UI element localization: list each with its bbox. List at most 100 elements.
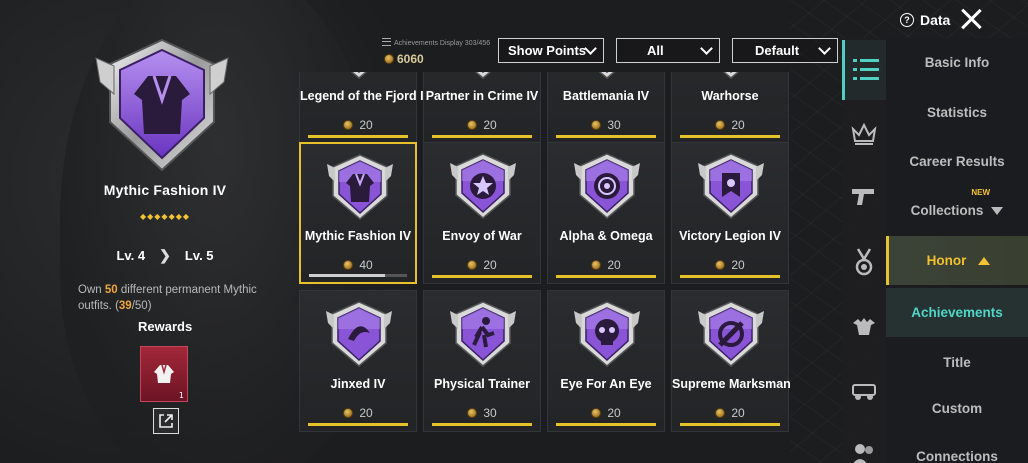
crown-icon bbox=[851, 122, 877, 145]
target-badge-icon bbox=[572, 151, 642, 221]
new-tag: NEW bbox=[971, 188, 990, 197]
achievement-card[interactable]: Eye For An Eye 20 bbox=[547, 290, 665, 432]
achievement-description: Own 50 different permanent Mythic outfit… bbox=[78, 282, 258, 314]
menu-statistics[interactable]: Statistics bbox=[886, 88, 1028, 137]
achievement-points: 20 bbox=[548, 258, 664, 272]
achievement-card[interactable]: Jinxed IV 20 bbox=[299, 290, 417, 432]
achievement-card[interactable]: Mythic Fashion IV 40 bbox=[299, 142, 417, 284]
show-points-dropdown[interactable]: Show Points bbox=[498, 38, 604, 63]
reward-item[interactable]: 1 bbox=[140, 346, 188, 402]
achievement-name: Partner in Crime IV bbox=[425, 89, 539, 103]
coin-icon bbox=[384, 54, 394, 64]
shield-badge-icon bbox=[324, 72, 394, 81]
coin-icon bbox=[467, 120, 478, 130]
achievement-card[interactable]: Warhorse 20 bbox=[671, 72, 789, 144]
menu-career-results[interactable]: Career Results bbox=[886, 137, 1028, 186]
achievement-points-value: 20 bbox=[359, 118, 373, 132]
share-button[interactable] bbox=[153, 408, 179, 434]
category-dropdown[interactable]: All bbox=[616, 38, 720, 63]
achievement-complete-bar bbox=[556, 423, 656, 426]
gun-category-button[interactable] bbox=[842, 166, 886, 226]
achievement-complete-bar bbox=[556, 135, 656, 138]
jacket-badge-icon bbox=[92, 36, 232, 176]
achievement-card[interactable]: Battlemania IV 30 bbox=[547, 72, 665, 144]
achievement-points-value: 30 bbox=[607, 118, 621, 132]
achievement-card[interactable]: Partner in Crime IV 20 bbox=[423, 72, 541, 144]
chevron-right-icon: ❯ bbox=[159, 247, 171, 263]
data-label: Data bbox=[920, 12, 951, 28]
list-category-button[interactable] bbox=[842, 40, 886, 100]
menu-title-label: Title bbox=[943, 355, 971, 370]
desc-current: 39 bbox=[118, 300, 132, 312]
reward-count: 1 bbox=[178, 391, 184, 400]
medal-category-button[interactable] bbox=[842, 232, 886, 292]
help-icon: ? bbox=[900, 13, 914, 27]
achievement-complete-bar bbox=[556, 275, 656, 278]
achievement-points: 20 bbox=[300, 118, 416, 132]
crown-category-button[interactable] bbox=[842, 104, 886, 164]
menu-connections[interactable]: Connections bbox=[886, 432, 1028, 463]
achievement-card[interactable]: Legend of the Fjord IV 20 bbox=[299, 72, 432, 144]
menu-collections[interactable]: Collections NEW bbox=[886, 186, 1028, 235]
achievement-card[interactable]: Physical Trainer 30 bbox=[423, 290, 541, 432]
achievement-points-value: 20 bbox=[483, 258, 497, 272]
achievement-card[interactable]: Supreme Marksman 20 bbox=[671, 290, 791, 432]
category-label: All bbox=[647, 43, 664, 58]
share-icon bbox=[159, 414, 173, 428]
coin-icon bbox=[715, 120, 726, 130]
current-level: Lv. 4 bbox=[116, 248, 146, 263]
achievement-name: Eye For An Eye bbox=[560, 377, 652, 391]
achievement-points: 30 bbox=[424, 406, 540, 420]
next-level: Lv. 5 bbox=[184, 248, 214, 263]
coin-icon bbox=[591, 408, 602, 418]
achievement-card[interactable]: Alpha & Omega 20 bbox=[547, 142, 665, 284]
achievement-points-value: 20 bbox=[731, 118, 745, 132]
coin-icon bbox=[343, 120, 354, 130]
level-progression: Lv. 4 ❯ Lv. 5 bbox=[70, 247, 260, 264]
achievement-points: 20 bbox=[424, 258, 540, 272]
achievements-display-count: Achievements Display 303/456 bbox=[382, 38, 490, 47]
menu-honor[interactable]: Honor bbox=[886, 236, 1028, 285]
menu-basic-info[interactable]: Basic Info bbox=[886, 38, 1028, 87]
achievement-points-value: 20 bbox=[731, 258, 745, 272]
achievement-points: 20 bbox=[672, 118, 788, 132]
category-icon-column bbox=[842, 38, 886, 463]
achievement-complete-bar bbox=[432, 135, 532, 138]
gun-icon bbox=[852, 189, 874, 205]
fitness-category-button[interactable] bbox=[842, 296, 886, 356]
achievement-complete-bar bbox=[680, 423, 780, 426]
sort-dropdown[interactable]: Default bbox=[732, 38, 838, 63]
achievement-points-value: 20 bbox=[731, 406, 745, 420]
menu-achievements[interactable]: Achievements bbox=[886, 288, 1028, 337]
menu-achievements-label: Achievements bbox=[911, 305, 1003, 320]
runner-badge-icon bbox=[448, 299, 518, 369]
level-stars: ◆◆◆◆◆◆◆ bbox=[139, 212, 191, 221]
coin-icon bbox=[343, 408, 354, 418]
menu-custom[interactable]: Custom bbox=[886, 384, 1028, 433]
vehicle-category-button[interactable] bbox=[842, 360, 886, 420]
achievement-name: Battlemania IV bbox=[562, 89, 650, 103]
close-button[interactable] bbox=[958, 6, 984, 32]
show-points-label: Show Points bbox=[508, 43, 586, 58]
achievement-card[interactable]: Envoy of War 20 bbox=[423, 142, 541, 284]
data-help-button[interactable]: ? Data bbox=[900, 8, 950, 32]
menu-career-results-label: Career Results bbox=[909, 154, 1005, 169]
achievement-name: Alpha & Omega bbox=[559, 229, 653, 243]
points-total: 6060 bbox=[384, 52, 424, 66]
achievement-complete-bar bbox=[680, 135, 780, 138]
achievement-card[interactable]: Victory Legion IV 20 bbox=[671, 142, 789, 284]
coin-icon bbox=[715, 408, 726, 418]
desc-suffix: /50) bbox=[131, 300, 152, 312]
shield-badge-icon bbox=[572, 72, 642, 81]
coin-icon bbox=[467, 408, 478, 418]
desc-target: 50 bbox=[104, 284, 118, 296]
vehicle-icon bbox=[852, 384, 876, 400]
social-category-button[interactable] bbox=[842, 424, 886, 463]
achievement-detail-panel: Mythic Fashion IV ◆◆◆◆◆◆◆ Lv. 4 ❯ Lv. 5 … bbox=[70, 30, 260, 450]
chevron-down-icon bbox=[584, 42, 597, 55]
profile-menu: Basic Info Statistics Career Results Col… bbox=[886, 38, 1028, 463]
star-badge-icon bbox=[448, 151, 518, 221]
achievement-progress-bar bbox=[309, 274, 407, 277]
menu-title[interactable]: Title bbox=[886, 338, 1028, 387]
desc-prefix: Own bbox=[78, 284, 105, 296]
